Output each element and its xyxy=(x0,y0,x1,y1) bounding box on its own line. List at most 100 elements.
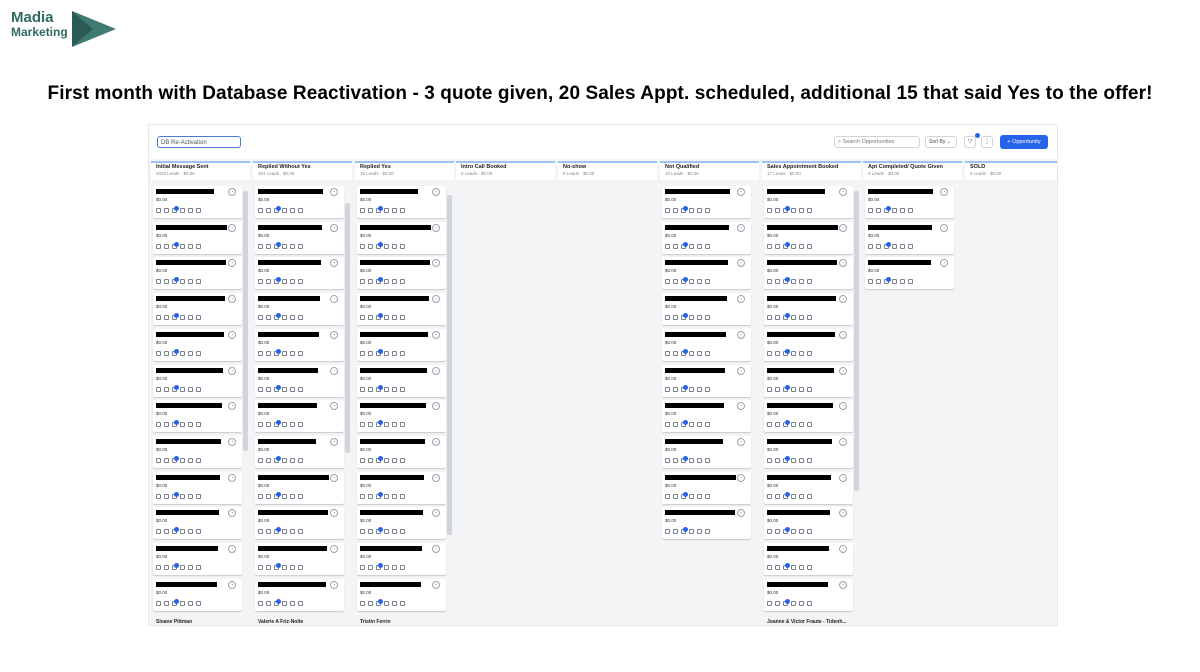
message-icon[interactable] xyxy=(775,457,780,463)
assignee-icon[interactable]: ◔ xyxy=(737,437,745,446)
tag-icon[interactable] xyxy=(290,422,295,428)
task-icon[interactable] xyxy=(689,386,694,392)
task-icon[interactable] xyxy=(892,243,897,249)
assignee-icon[interactable]: ◔ xyxy=(432,473,440,482)
assignee-icon[interactable]: ◔ xyxy=(228,545,236,553)
phone-icon[interactable] xyxy=(868,243,873,249)
opportunity-card[interactable]: $0.00 ◔ xyxy=(865,257,954,290)
tag-icon[interactable] xyxy=(392,243,397,249)
task-icon[interactable] xyxy=(180,350,185,356)
task-icon[interactable] xyxy=(282,422,287,428)
message-icon[interactable] xyxy=(673,529,678,535)
assignee-icon[interactable]: ◔ xyxy=(737,259,745,268)
phone-icon[interactable] xyxy=(156,315,161,321)
opportunity-card[interactable]: $0.00 ◔ xyxy=(153,507,242,540)
assignee-icon[interactable]: ◔ xyxy=(839,188,847,196)
assignee-icon[interactable]: ◔ xyxy=(432,437,440,446)
assignee-icon[interactable]: ◔ xyxy=(940,259,948,268)
phone-icon[interactable] xyxy=(767,386,772,392)
calendar-icon[interactable] xyxy=(705,279,710,285)
message-icon[interactable] xyxy=(164,279,169,285)
phone-icon[interactable] xyxy=(360,422,365,428)
message-icon[interactable] xyxy=(164,529,169,535)
tag-icon[interactable] xyxy=(290,529,295,535)
phone-icon[interactable] xyxy=(767,350,772,356)
opportunity-card[interactable]: $0.00 ◔ xyxy=(764,186,853,218)
task-icon[interactable] xyxy=(791,386,796,392)
calendar-icon[interactable] xyxy=(908,208,913,213)
opportunity-card[interactable]: $0.00 ◔ xyxy=(865,186,954,218)
assignee-icon[interactable]: ◔ xyxy=(330,223,338,232)
opportunity-card[interactable]: $0.00 ◔ xyxy=(764,257,853,290)
assignee-icon[interactable]: ◔ xyxy=(737,366,745,375)
assignee-icon[interactable]: ◔ xyxy=(330,259,338,268)
calendar-icon[interactable] xyxy=(298,243,303,249)
opportunity-card[interactable]: $0.00 ◔ xyxy=(153,471,242,504)
task-icon[interactable] xyxy=(282,315,287,321)
assignee-icon[interactable]: ◔ xyxy=(330,545,338,553)
message-icon[interactable] xyxy=(673,422,678,428)
task-icon[interactable] xyxy=(791,493,796,499)
calendar-icon[interactable] xyxy=(196,493,201,499)
message-icon[interactable] xyxy=(775,529,780,535)
message-icon[interactable] xyxy=(876,279,881,285)
tag-icon[interactable] xyxy=(188,350,193,356)
phone-icon[interactable] xyxy=(156,457,161,463)
phone-icon[interactable] xyxy=(156,529,161,535)
message-icon[interactable] xyxy=(266,493,271,499)
message-icon[interactable] xyxy=(368,315,373,321)
phone-icon[interactable] xyxy=(767,529,772,535)
assignee-icon[interactable]: ◔ xyxy=(228,509,236,518)
tag-icon[interactable] xyxy=(290,315,295,321)
calendar-icon[interactable] xyxy=(196,529,201,535)
tag-icon[interactable] xyxy=(799,386,804,392)
opportunity-card[interactable]: $0.00 ◔ xyxy=(662,221,751,254)
tag-icon[interactable] xyxy=(392,529,397,535)
message-icon[interactable] xyxy=(673,279,678,285)
assignee-icon[interactable]: ◔ xyxy=(839,366,847,375)
opportunity-card[interactable]: $0.00 ◔ xyxy=(255,293,344,326)
opportunity-card[interactable]: $0.00 ◔ xyxy=(153,578,242,611)
calendar-icon[interactable] xyxy=(400,422,405,428)
tag-icon[interactable] xyxy=(697,457,702,463)
column-scrollbar[interactable] xyxy=(345,203,350,453)
opportunity-card[interactable]: $0.00 ◔ xyxy=(865,221,954,254)
calendar-icon[interactable] xyxy=(807,208,812,213)
column-scrollbar[interactable] xyxy=(854,191,859,491)
opportunity-card[interactable]: $0.00 ◔ xyxy=(255,221,344,254)
task-icon[interactable] xyxy=(689,315,694,321)
tag-icon[interactable] xyxy=(392,350,397,356)
tag-icon[interactable] xyxy=(392,422,397,428)
phone-icon[interactable] xyxy=(665,422,670,428)
phone-icon[interactable] xyxy=(258,350,263,356)
calendar-icon[interactable] xyxy=(298,565,303,570)
task-icon[interactable] xyxy=(282,600,287,606)
task-icon[interactable] xyxy=(180,208,185,213)
tag-icon[interactable] xyxy=(900,243,905,249)
calendar-icon[interactable] xyxy=(807,565,812,570)
tag-icon[interactable] xyxy=(188,279,193,285)
task-icon[interactable] xyxy=(791,350,796,356)
message-icon[interactable] xyxy=(266,457,271,463)
tag-icon[interactable] xyxy=(392,279,397,285)
message-icon[interactable] xyxy=(368,350,373,356)
tag-icon[interactable] xyxy=(697,279,702,285)
message-icon[interactable] xyxy=(368,600,373,606)
tag-icon[interactable] xyxy=(392,565,397,570)
tag-icon[interactable] xyxy=(799,315,804,321)
opportunity-card[interactable]: $0.00 ◔ xyxy=(255,471,344,504)
opportunity-card[interactable]: $0.00 ◔ xyxy=(357,435,446,468)
sort-dropdown[interactable]: Sort By ⌄ xyxy=(925,136,957,148)
phone-icon[interactable] xyxy=(360,493,365,499)
assignee-icon[interactable]: ◔ xyxy=(228,330,236,339)
opportunity-card[interactable]: $0.00 ◔ xyxy=(255,328,344,361)
calendar-icon[interactable] xyxy=(298,529,303,535)
phone-icon[interactable] xyxy=(665,315,670,321)
tag-icon[interactable] xyxy=(188,600,193,606)
tag-icon[interactable] xyxy=(697,529,702,535)
calendar-icon[interactable] xyxy=(705,493,710,499)
tag-icon[interactable] xyxy=(290,565,295,570)
phone-icon[interactable] xyxy=(258,493,263,499)
opportunity-card[interactable]: $0.00 ◔ xyxy=(357,364,446,397)
tag-icon[interactable] xyxy=(188,565,193,570)
